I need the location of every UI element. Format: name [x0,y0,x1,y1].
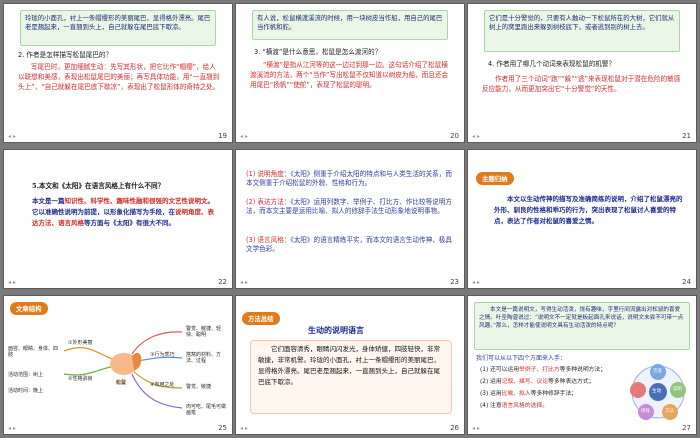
question-text: 我们可以从以下四个方面来入手： [476,355,567,362]
item-head: (2) 表达方法： [246,198,291,206]
leaf-nest: 搭窝的材料、方法、过程 [186,352,222,364]
slide-thumbnail-20[interactable]: 有人说，松鼠横渡溪流的时候，用一块树皮当作船，用自己的尾巴当作帆和舵。 3. “… [236,4,464,142]
quote-text: 有人说，松鼠横渡溪流的时候，用一块树皮当作船，用自己的尾巴当作帆和舵。 [257,14,443,31]
item-head: (4) 注意 [480,403,502,409]
slide-number: 24 [682,278,691,286]
slide-thumbnail-19[interactable]: 玲珑的小面孔，衬上一条帽缨形的美丽尾巴，显得格外漂亮。尾巴老是翘起来，一直翘到头… [4,4,232,142]
answer-text: “横渡”是指从江河等的这一边过到那一边。这句话介绍了松鼠横渡溪流的方法，两个“当… [250,61,449,89]
paragraph-part-a: 本文是一篇 [32,197,65,205]
comparison-item-1: (1) 说明角度：《太阳》侧重于介绍太阳的特点和与人类生活的关系，而本文侧重于介… [246,170,454,188]
wheel-label-center: 生动 [652,389,662,394]
branch-temperament: ②性格驯良 [68,376,93,382]
wheel-label-bottom-right: 方法 [665,409,674,414]
wheel-label-bottom-left: 修辞 [641,409,650,414]
question-text: 3. “横渡”是什么意思，松鼠是怎么渡河的？ [254,48,382,56]
example-text: 它们面容清秀，眼睛闪闪发光，身体矫健，四肢轻快，非常敏捷，非常机警。玲珑的小面孔… [258,345,440,386]
leaf-time: 活动时间：晚上 [8,388,44,394]
leaf-features: 面容、眼睛、身体、四肢 [8,346,59,358]
branch-usefulness: ④有用之处 [150,382,175,388]
item-tail: 等多种表达方式； [548,379,595,385]
item-tail: 等多种说明方法； [559,367,607,373]
leaf-range: 活动范围：树上 [8,372,44,378]
method-item-4: (4) 注意语言风格的选择。 [480,402,620,410]
leaf-traits: 警觉、敏捷、轻快、聪明 [186,326,222,338]
quote-text: 本文是一篇说明文，写得生动活泼，饶有趣味，字里行间流露出对松鼠的喜爱之情。叶圣陶… [479,307,684,329]
center-label: 松鼠 [116,380,127,386]
item-tail: 等多种修辞手法； [530,391,578,397]
slide-number: 21 [682,132,691,140]
answer-text: 作者用了三个动词“跑”“躲”“逃”来表现松鼠对于潜在危险的敏感反应能力，从而更加… [482,75,681,93]
item-highlight: 举例子、打比方 [519,367,560,373]
comparison-item-2: (2) 表达方法：《太阳》运用列数字、举例子、打比方、作比较等说明方法，而本文主… [246,198,454,216]
item-highlight: 记叙、描写、议论 [501,379,549,385]
slide-controls[interactable]: ◂ ▸ [240,279,248,286]
slide-controls[interactable]: ◂ ▸ [8,425,16,432]
quote-box: 玲珑的小面孔，衬上一条帽缨形的美丽尾巴，显得格外漂亮。尾巴老是翘起来，一直翘到头… [20,10,216,46]
slide-controls[interactable]: ◂ ▸ [472,133,480,140]
slide-number: 22 [218,278,227,286]
paragraph-highlight-1: 知识性、科学性、趣味性融和很强的文艺性说明文 [64,197,208,205]
answer-text: 写尾巴时，更加细腻生动：先写其形状，把它比作“帽缨”，给人以联想和美感，表现出松… [18,63,220,91]
branch-appearance: ①外形美丽 [68,340,93,346]
slide-thumbnail-22[interactable]: 5.本文和《太阳》在语言风格上有什么不同？ 本文是一篇知识性、科学性、趣味性融和… [4,150,232,288]
paragraph-part-e: 等方面与《太阳》有很大不同。 [84,219,175,227]
quote-box: 有人说，松鼠横渡溪流的时候，用一块树皮当作船，用自己的尾巴当作帆和舵。 [252,10,448,40]
item-head: (2) 运用 [480,379,502,385]
item-head: (1) 说明角度： [246,170,291,178]
branch-behavior: ③行为乖巧 [150,352,175,358]
method-item-2: (2) 运用记叙、描写、议论等多种表达方式； [480,378,620,386]
leaf-alert: 警觉、敏捷 [186,384,212,390]
quote-box: 它们是十分警觉的，只要有人触动一下松鼠所在的大树，它们就从树上的窝里跑出来躲到树… [484,10,680,52]
slide-controls[interactable]: ◂ ▸ [472,425,480,432]
comparison-item-3: (3) 语言风格：《太阳》的语言精练平实，而本文的语言生动传神，极具文学色彩。 [246,236,454,254]
slide-controls[interactable]: ◂ ▸ [472,279,480,286]
slide-thumbnail-27[interactable]: 本文是一篇说明文，写得生动活泼，饶有趣味，字里行间流露出对松鼠的喜爱之情。叶圣陶… [468,296,696,434]
slide-controls[interactable]: ◂ ▸ [240,425,248,432]
slide-thumbnail-26[interactable]: 方法总结 生动的说明语言 它们面容清秀，眼睛闪闪发光，身体矫健，四肢轻快，非常敏… [236,296,464,434]
question-text: 4. 作者用了哪几个动词来表现松鼠的机警？ [488,60,616,68]
slide-number: 25 [218,424,227,432]
wheel-label-top: 活泼 [653,369,662,374]
slide-thumbnail-23[interactable]: (1) 说明角度：《太阳》侧重于介绍太阳的特点和与人类生活的关系，而本文侧重于介… [236,150,464,288]
slide-controls[interactable]: ◂ ▸ [240,133,248,140]
item-highlight: 比喻、拟人 [501,391,531,397]
slide-number: 26 [450,424,459,432]
slide-controls[interactable]: ◂ ▸ [8,133,16,140]
quote-box: 本文是一篇说明文，写得生动活泼，饶有趣味，字里行间流露出对松鼠的喜爱之情。叶圣陶… [474,302,690,350]
quote-text: 玲珑的小面孔，衬上一条帽缨形的美丽尾巴，显得格外漂亮。尾巴老是翘起来，一直翘到头… [25,14,211,31]
slide-number: 20 [450,132,459,140]
item-head: (3) 语言风格： [246,236,291,244]
style-paragraph: 本文是一篇知识性、科学性、趣味性融和很强的文艺性说明文。它以准确性说明为前提，以… [32,196,218,229]
item-head: (1) 还可以运用 [480,367,520,373]
slide-thumbnail-25[interactable]: 文章结构 松鼠 ①外形美丽 ②性格驯良 ③行为乖巧 ④有用之处 面容、眼睛、身体… [4,296,232,434]
slide-thumbnail-21[interactable]: 它们是十分警觉的，只要有人触动一下松鼠所在的大树，它们就从树上的窝里跑出来躲到树… [468,4,696,142]
slide-number: 27 [682,424,691,432]
question-text: 2. 作者是怎样描写松鼠尾巴的？ [18,51,113,59]
slide-number: 19 [218,132,227,140]
section-tag: 主题归纳 [476,172,514,185]
slide-number: 23 [450,278,459,286]
slide-controls[interactable]: ◂ ▸ [8,279,16,286]
slide-thumbnail-24[interactable]: 主题归纳 本文以生动传神的描写及准确简练的说明，介绍了松鼠漂亮的外形、驯良的性格… [468,150,696,288]
slide-title: 生动的说明语言 [308,326,364,335]
item-head: (3) 运用 [480,391,502,397]
quote-text: 它们是十分警觉的，只要有人触动一下松鼠所在的大树，它们就从树上的窝里跑出来躲到树… [489,14,675,31]
item-tail: 。 [542,403,549,409]
wheel-label-right: 说明 [673,387,682,392]
section-tag: 方法总结 [242,312,280,325]
method-item-3: (3) 运用比喻、拟人等多种修辞手法； [480,390,620,398]
question-text: 5.本文和《太阳》在语言风格上有什么不同？ [32,182,165,190]
method-item-1: (1) 还可以运用举例子、打比方等多种说明方法； [480,366,620,374]
theme-summary: 本文以生动传神的描写及准确简练的说明，介绍了松鼠漂亮的外形、驯良的性格和乖巧的行… [494,195,683,225]
item-highlight: 语言风格的选择 [501,403,543,409]
leaf-use: 肉可吃、尾毛可做画笔 [186,404,227,416]
